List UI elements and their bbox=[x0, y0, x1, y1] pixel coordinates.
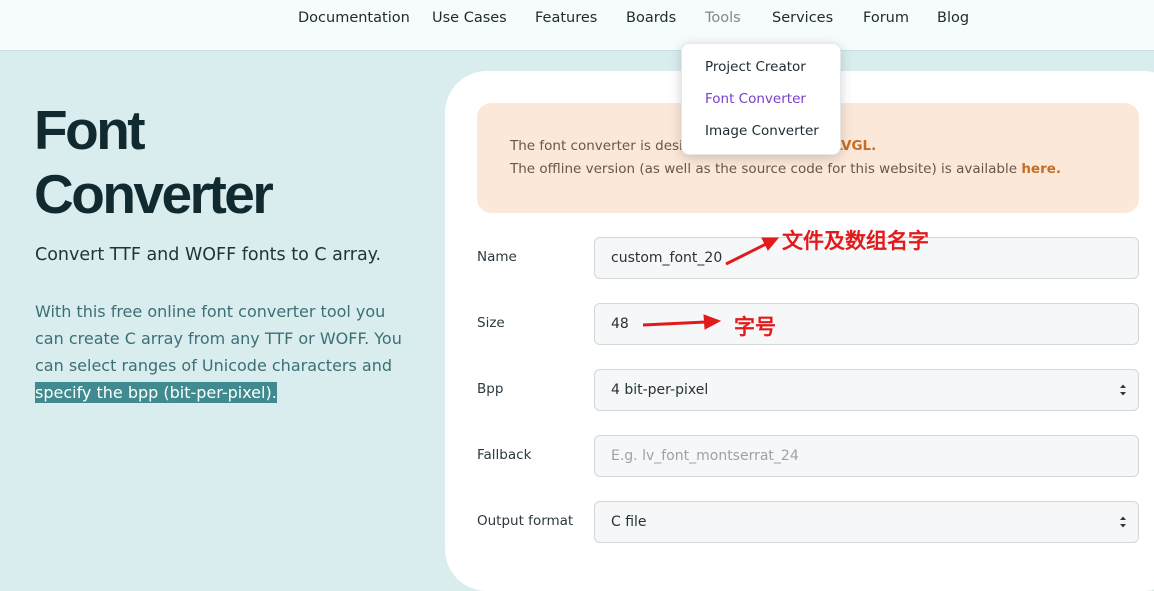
menu-item-image-converter[interactable]: Image Converter bbox=[705, 123, 819, 139]
name-annotation-arrow bbox=[725, 237, 780, 266]
menu-item-project-creator[interactable]: Project Creator bbox=[705, 59, 806, 75]
size-annotation-arrow bbox=[642, 314, 722, 330]
tools-dropdown-menu: Project Creator Font Converter Image Con… bbox=[681, 43, 841, 155]
annotation-arrows bbox=[642, 237, 780, 330]
size-annotation-text: 字号 bbox=[734, 315, 776, 339]
name-annotation-text: 文件及数组名字 bbox=[782, 229, 929, 253]
menu-item-font-converter[interactable]: Font Converter bbox=[705, 91, 806, 107]
